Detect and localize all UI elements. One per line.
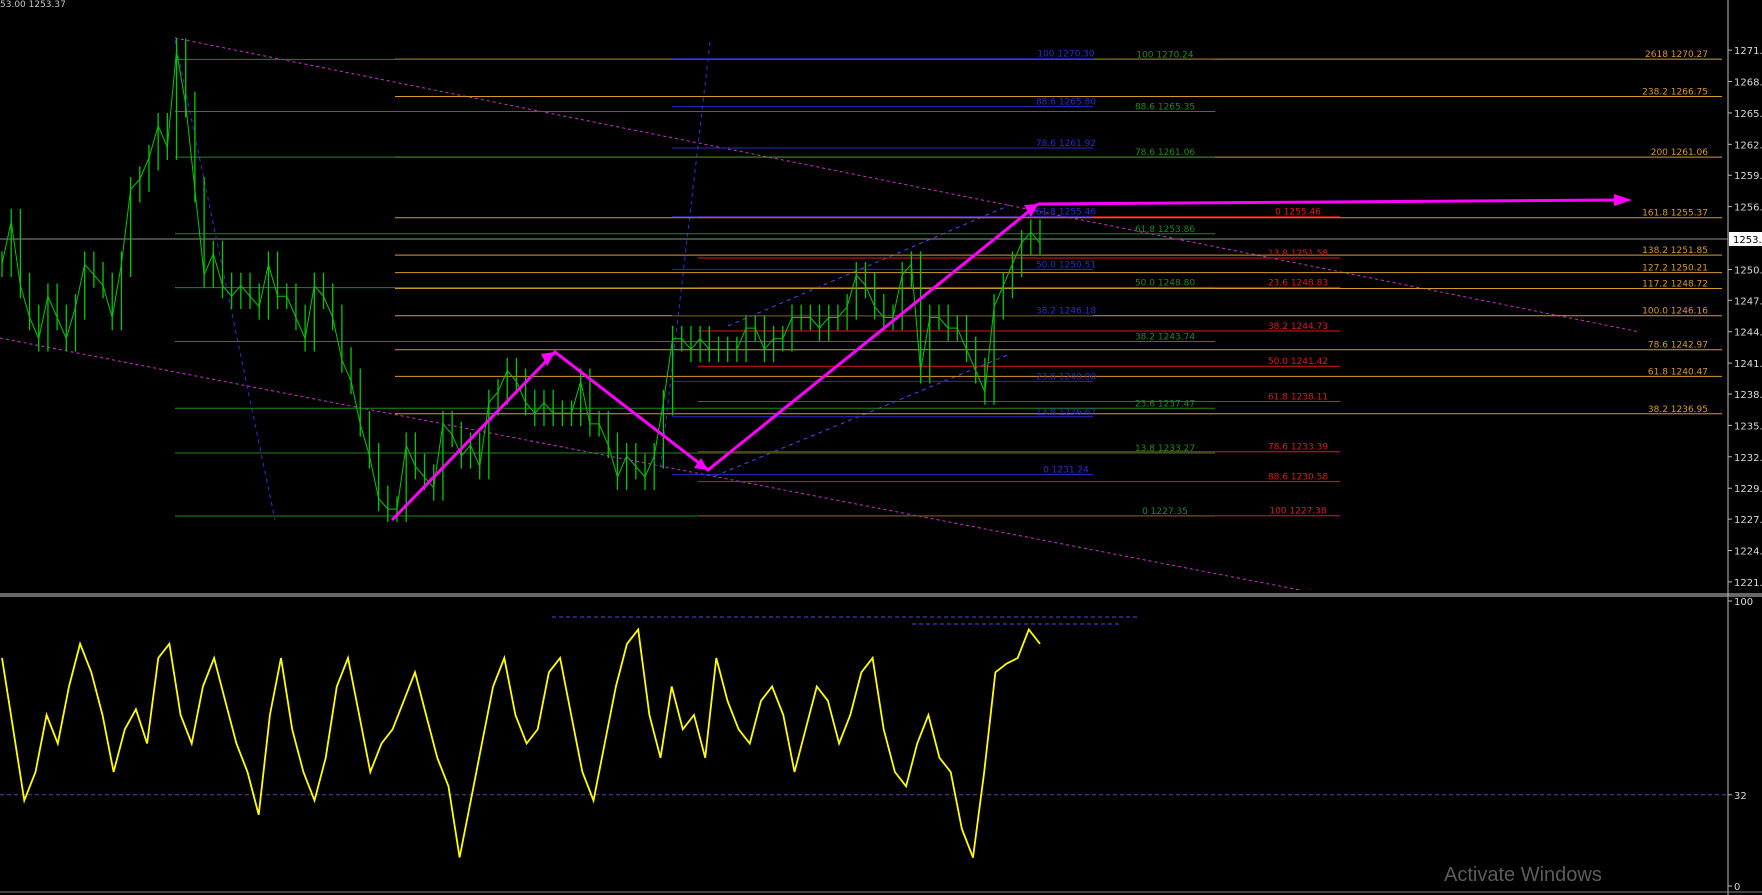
price-tick-label: 1268.16 bbox=[1734, 78, 1762, 89]
price-tick-label: 1221.16 bbox=[1734, 578, 1762, 589]
price-tick-label: 1247.61 bbox=[1734, 296, 1762, 307]
price-tick-label: 1229.96 bbox=[1734, 484, 1762, 495]
oscillator-line bbox=[1, 627, 1041, 858]
price-tick-label: 1250.51 bbox=[1734, 265, 1762, 276]
oscillator-tick-label: 32 bbox=[1734, 791, 1747, 802]
price-tick-label: 1241.71 bbox=[1734, 359, 1762, 370]
fib-level-label: 200 1261.06 bbox=[1651, 148, 1709, 158]
target-arrow-line bbox=[1037, 198, 1615, 206]
target-arrow-head bbox=[1614, 194, 1632, 206]
price-tick-label: 1244.66 bbox=[1734, 328, 1762, 339]
fib-level-label: 38.2 1246.18 bbox=[1036, 307, 1096, 317]
fib-level-label: 2618 1270.27 bbox=[1645, 50, 1708, 60]
fib-level-label: 13.8 1251.58 bbox=[1268, 249, 1328, 259]
fib-level-label: 78.6 1261.06 bbox=[1135, 148, 1195, 158]
fib-level-label: 23.6 1240.00 bbox=[1036, 372, 1096, 382]
price-tick-label: 1232.91 bbox=[1734, 453, 1762, 464]
fib-set-red: 0 1255.46 13.8 1251.58 23.6 1248.83 38.2 12… bbox=[698, 208, 1340, 517]
fib-level-label: 238.2 1266.75 bbox=[1642, 88, 1708, 98]
fib-level-label: 38.2 1236.95 bbox=[1648, 405, 1708, 415]
price-axis: 1271.11 1268.16 1265.21 1262.26 1259.36 1256.… bbox=[1728, 46, 1762, 589]
price-tick-label: 1265.21 bbox=[1734, 109, 1762, 120]
price-tick-label: 1235.86 bbox=[1734, 421, 1762, 432]
fib-level-label: 0 1231.24 bbox=[1043, 466, 1089, 476]
fib-level-label: 88.6 1265.80 bbox=[1036, 98, 1096, 108]
fib-level-label: 100 1270.30 bbox=[1037, 50, 1095, 60]
trendline-lower bbox=[0, 337, 1301, 591]
fib-level-label: 78.6 1261.92 bbox=[1036, 139, 1096, 149]
fib-level-label: 161.8 1255.37 bbox=[1642, 209, 1708, 219]
price-tick-label: 1227.06 bbox=[1734, 515, 1762, 526]
fib-level-label: 78.6 1242.97 bbox=[1648, 341, 1708, 351]
fib-level-label: 61.8 1255.46 bbox=[1036, 208, 1096, 218]
fib-set-green: 100 1270.24 88.6 1265.35 78.6 1261.06 61.8 … bbox=[175, 50, 1215, 517]
fib-level-label: 100.0 1246.16 bbox=[1642, 307, 1708, 317]
activate-windows-watermark: Activate Windows bbox=[1444, 864, 1602, 886]
price-tick-label: 1262.26 bbox=[1734, 140, 1762, 151]
fib-level-label: 38.2 1244.73 bbox=[1268, 322, 1328, 332]
current-price-label: 1253.37 bbox=[1733, 235, 1762, 246]
oscillator-tick-label: 0 bbox=[1734, 882, 1740, 893]
channel-line bbox=[714, 353, 1011, 477]
zigzag-pattern bbox=[390, 194, 1632, 522]
oscillator-tick-label: 100 bbox=[1734, 597, 1753, 608]
fib-level-label: 88.6 1230.58 bbox=[1268, 473, 1328, 483]
channel-line bbox=[727, 204, 1011, 327]
price-tick-label: 1224.11 bbox=[1734, 547, 1762, 558]
fib-set-blue: 100 1270.30 88.6 1265.80 78.6 1261.92 61.8 … bbox=[672, 50, 1096, 476]
fib-level-label: 13.8 1233.27 bbox=[1135, 444, 1195, 454]
fib-level-label: 50.0 1250.51 bbox=[1036, 260, 1096, 270]
fib-level-label: 61.8 1253.86 bbox=[1135, 225, 1195, 235]
fib-level-label: 13.8 1236.67 bbox=[1036, 408, 1096, 418]
fib-time-line bbox=[174, 39, 276, 521]
fib-level-label: 38.2 1243.74 bbox=[1135, 333, 1195, 343]
fib-level-label: 61.8 1240.47 bbox=[1648, 367, 1708, 377]
fib-level-label: 138.2 1251.85 bbox=[1642, 246, 1708, 256]
price-tick-label: 1238.81 bbox=[1734, 390, 1762, 401]
fib-level-label: 0 1255.46 bbox=[1275, 208, 1321, 218]
fib-level-label: 127.2 1250.21 bbox=[1642, 264, 1708, 274]
fib-level-label: 23.6 1248.83 bbox=[1268, 278, 1328, 288]
fib-level-label: 78.6 1233.39 bbox=[1268, 443, 1328, 453]
price-tick-label: 1256.41 bbox=[1734, 203, 1762, 214]
fib-level-label: 100 1270.24 bbox=[1136, 50, 1194, 60]
fib-level-label: 50.0 1241.42 bbox=[1268, 357, 1328, 367]
fib-level-label: 117.2 1248.72 bbox=[1642, 279, 1708, 289]
oscillator-panel: 100 32 0 bbox=[0, 597, 1753, 893]
price-tick-label: 1271.11 bbox=[1734, 46, 1762, 57]
fib-level-label: 100 1227.38 bbox=[1269, 507, 1327, 517]
fib-level-label: 23.6 1237.47 bbox=[1135, 399, 1195, 409]
fib-level-label: 88.6 1265.35 bbox=[1135, 102, 1195, 112]
trading-chart[interactable]: 1271.11 1268.16 1265.21 1262.26 1259.36 1256.… bbox=[0, 0, 1762, 895]
price-tick-label: 1259.36 bbox=[1734, 171, 1762, 182]
fib-level-label: 61.8 1238.11 bbox=[1268, 392, 1328, 402]
